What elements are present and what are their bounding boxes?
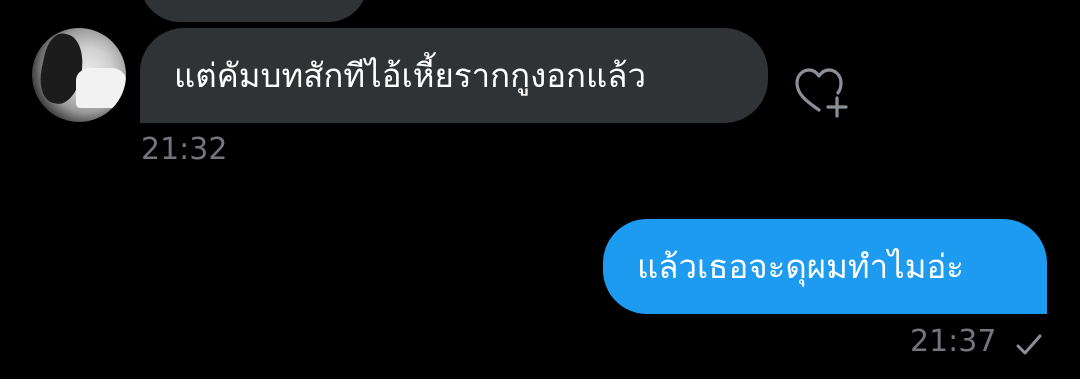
heart-add-icon[interactable] [792,64,850,122]
outgoing-message-bubble[interactable]: แล้วเธอจะดุผมทำไมอ่ะ [603,219,1047,314]
incoming-message-bubble[interactable]: แต่คัมบทสักทีไอ้เหี้ยรากกูงอกแล้ว [140,28,768,123]
incoming-timestamp: 21:32 [141,132,228,167]
outgoing-timestamp: 21:37 [910,324,997,359]
previous-message-bubble[interactable] [140,0,368,22]
incoming-message-text: แต่คัมบทสักทีไอ้เหี้ยรากกูงอกแล้ว [174,56,647,95]
avatar[interactable] [32,28,126,122]
check-icon [1014,330,1044,360]
outgoing-message-text: แล้วเธอจะดุผมทำไมอ่ะ [637,247,965,286]
chat-thread: แต่คัมบทสักทีไอ้เหี้ยรากกูงอกแล้ว 21:32 … [0,0,1080,379]
